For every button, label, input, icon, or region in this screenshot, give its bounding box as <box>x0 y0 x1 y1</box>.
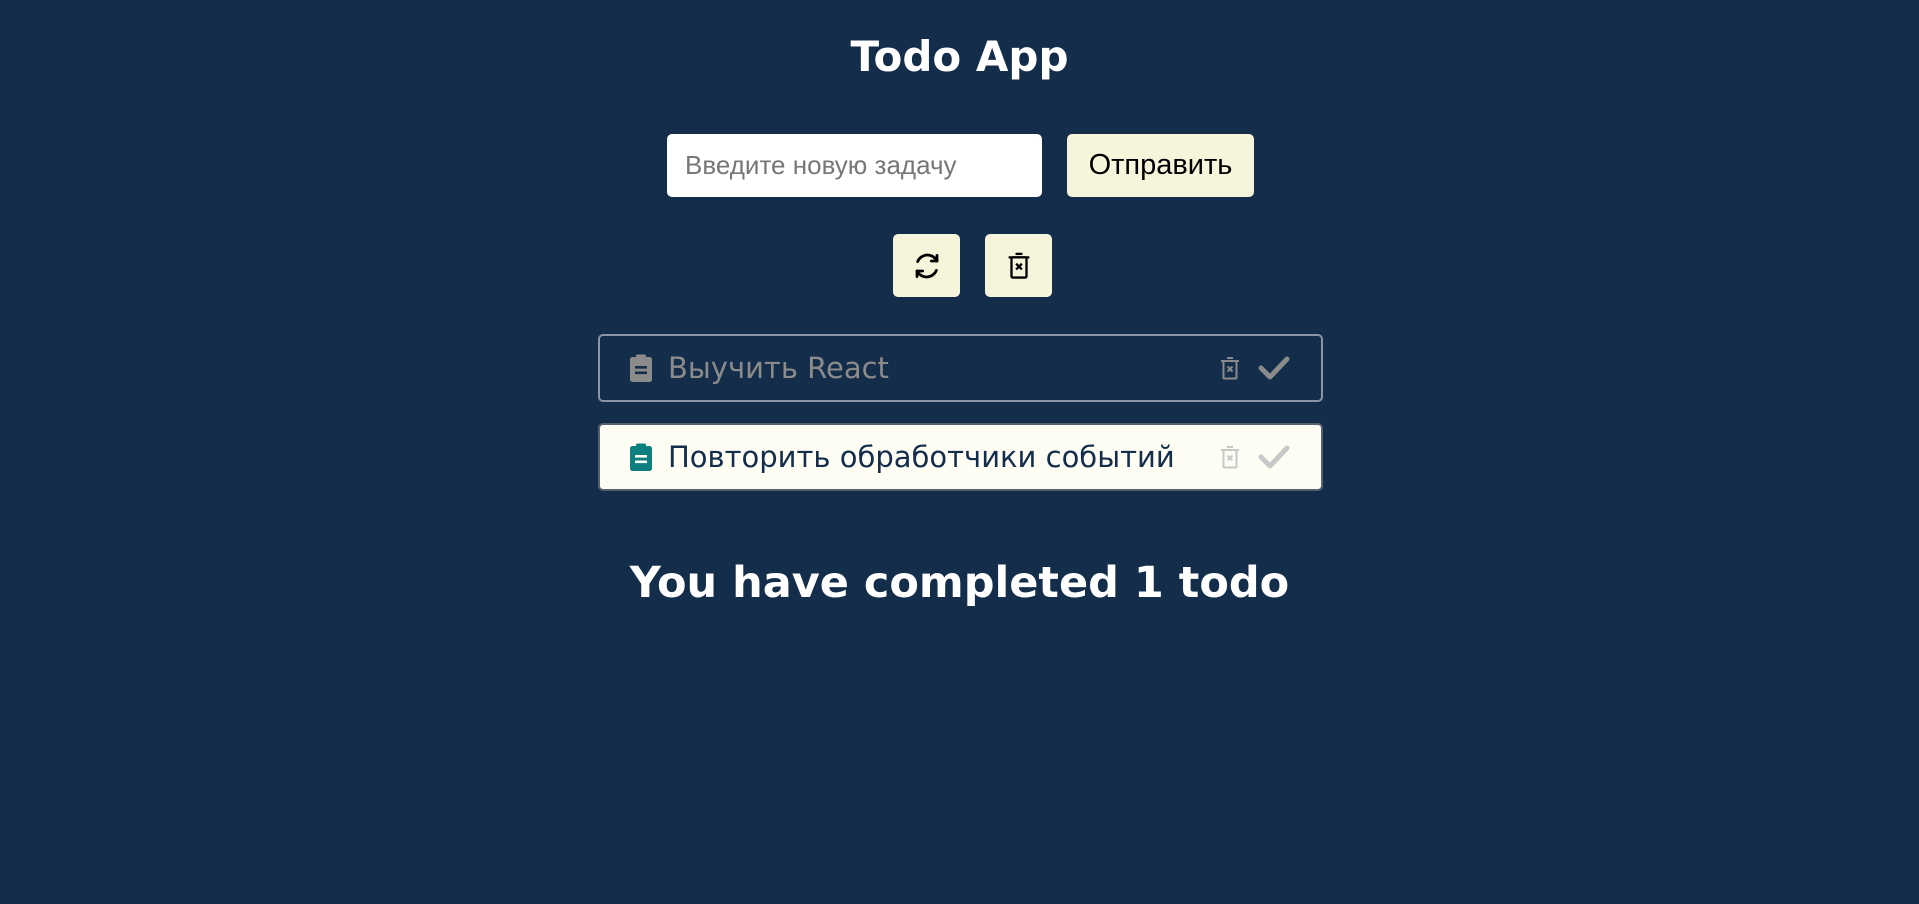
completed-summary: You have completed 1 todo <box>629 558 1290 608</box>
refresh-icon <box>915 253 938 278</box>
todo-app: Todo App Отправить Выучить React <box>0 0 1919 904</box>
todo-text: Выучить React <box>668 351 889 385</box>
clipboard-icon <box>628 353 654 383</box>
clipboard-icon <box>628 442 654 472</box>
checkmark-icon[interactable] <box>1257 351 1291 385</box>
reset-button[interactable] <box>893 234 960 297</box>
checkmark-icon[interactable] <box>1257 440 1291 474</box>
todo-item[interactable]: Повторить обработчики событий <box>598 423 1323 491</box>
delete-todo-icon[interactable] <box>1213 440 1247 474</box>
todo-text: Повторить обработчики событий <box>668 440 1175 474</box>
new-task-input[interactable] <box>667 134 1042 197</box>
clear-all-button[interactable] <box>985 234 1052 297</box>
trash-x-icon <box>1008 252 1029 279</box>
page-title: Todo App <box>850 32 1069 81</box>
submit-button[interactable]: Отправить <box>1067 134 1254 197</box>
delete-todo-icon[interactable] <box>1213 351 1247 385</box>
todo-item[interactable]: Выучить React <box>598 334 1323 402</box>
